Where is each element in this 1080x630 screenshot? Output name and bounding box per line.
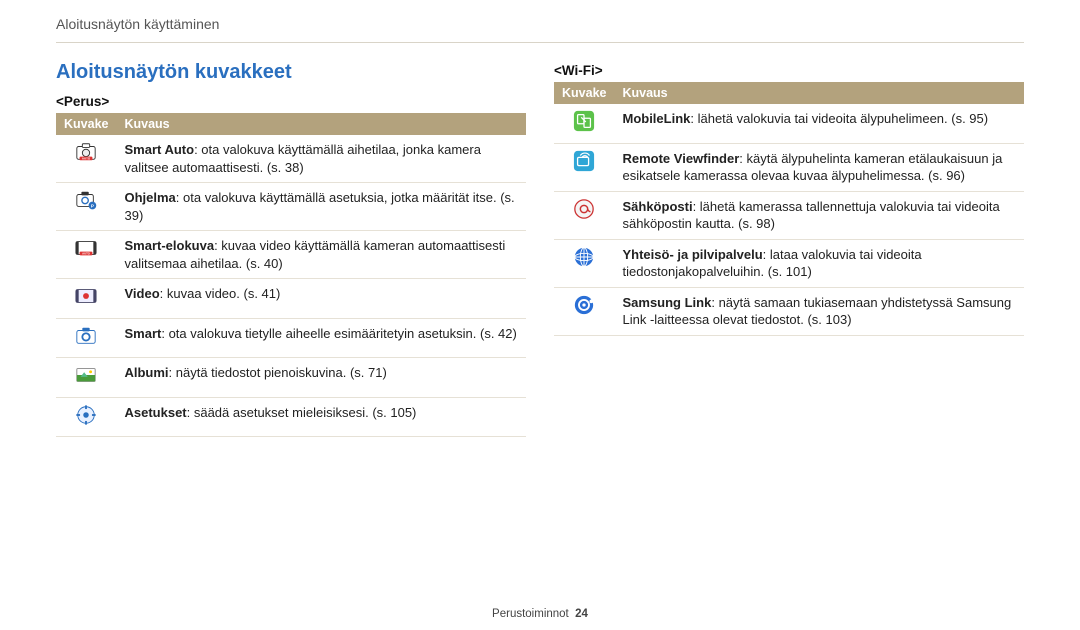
smart-icon — [75, 325, 97, 347]
breadcrumb: Aloitusnäytön käyttäminen — [56, 16, 1024, 32]
video-icon — [75, 285, 97, 307]
term: MobileLink — [622, 111, 690, 126]
description-cell: Albumi: näytä tiedostot pienoiskuvina. (… — [116, 358, 526, 398]
remote-viewfinder-icon — [573, 150, 595, 172]
term: Remote Viewfinder — [622, 151, 739, 166]
program-cell: P — [56, 183, 116, 231]
description-cell: Samsung Link: näytä samaan tukiasemaan y… — [614, 287, 1024, 335]
svg-text:AUTO: AUTO — [82, 157, 91, 161]
settings-cell — [56, 397, 116, 437]
description-text: : ota valokuva tietylle aiheelle esimäär… — [161, 326, 517, 341]
viewfinder-cell — [554, 143, 614, 191]
table-perus: Kuvake Kuvaus AUTOSmart Auto: ota valoku… — [56, 113, 526, 437]
table-row: Sähköposti: lähetä kamerassa tallennettu… — [554, 191, 1024, 239]
term: Ohjelma — [124, 190, 175, 205]
settings-icon — [75, 404, 97, 426]
smart-auto-cell: AUTO — [56, 135, 116, 183]
th-desc: Kuvaus — [116, 113, 526, 135]
section-title-perus: <Perus> — [56, 94, 526, 109]
description-text: : ota valokuva käyttämällä asetuksia, jo… — [124, 190, 514, 223]
table-wifi: Kuvake Kuvaus MobileLink: lähetä valokuv… — [554, 82, 1024, 336]
album-icon — [75, 364, 97, 386]
section-title-wifi: <Wi-Fi> — [554, 63, 1024, 78]
footer: Perustoiminnot 24 — [0, 608, 1080, 620]
globe-icon — [573, 246, 595, 268]
left-column: Aloitusnäytön kuvakkeet <Perus> Kuvake K… — [56, 61, 526, 437]
description-cell: Video: kuvaa video. (s. 41) — [116, 279, 526, 319]
table-row: Asetukset: säädä asetukset mieleisiksesi… — [56, 397, 526, 437]
description-text: : kuvaa video. (s. 41) — [160, 286, 281, 301]
th-icon: Kuvake — [56, 113, 116, 135]
term: Smart-elokuva — [124, 238, 214, 253]
smart-auto-icon: AUTO — [75, 141, 97, 163]
description-cell: Ohjelma: ota valokuva käyttämällä asetuk… — [116, 183, 526, 231]
footer-page-number: 24 — [575, 608, 588, 620]
table-row: Smart: ota valokuva tietylle aiheelle es… — [56, 318, 526, 358]
description-cell: Smart: ota valokuva tietylle aiheelle es… — [116, 318, 526, 358]
footer-section: Perustoiminnot — [492, 608, 569, 620]
table-row: MobileLink: lähetä valokuvia tai videoit… — [554, 104, 1024, 143]
smart-movie-cell: AUTO — [56, 231, 116, 279]
table-row: AUTO Smart Auto: ota valokuva käyttämällä… — [56, 135, 526, 183]
description-text: : säädä asetukset mieleisiksesi. (s. 105… — [187, 405, 417, 420]
term: Video — [124, 286, 159, 301]
cloud-cell — [554, 239, 614, 287]
description-cell: MobileLink: lähetä valokuvia tai videoit… — [614, 104, 1024, 143]
description-text: : näytä tiedostot pienoiskuvina. (s. 71) — [169, 365, 387, 380]
term: Asetukset — [124, 405, 186, 420]
program-icon: P — [75, 189, 97, 211]
description-cell: Asetukset: säädä asetukset mieleisiksesi… — [116, 397, 526, 437]
smart-cell — [56, 318, 116, 358]
samsung-link-icon — [573, 294, 595, 316]
term: Albumi — [124, 365, 168, 380]
page-title: Aloitusnäytön kuvakkeet — [56, 61, 526, 84]
table-row: AUTO Smart-elokuva: kuvaa video käyttämäl… — [56, 231, 526, 279]
th-icon: Kuvake — [554, 82, 614, 104]
description-cell: Yhteisö- ja pilvipalvelu: lataa valokuvi… — [614, 239, 1024, 287]
th-desc: Kuvaus — [614, 82, 1024, 104]
mobilelink-cell — [554, 104, 614, 143]
album-cell — [56, 358, 116, 398]
description-cell: Smart Auto: ota valokuva käyttämällä aih… — [116, 135, 526, 183]
table-row: Remote Viewfinder: käytä älypuhelinta ka… — [554, 143, 1024, 191]
table-row: Yhteisö- ja pilvipalvelu: lataa valokuvi… — [554, 239, 1024, 287]
table-row: Samsung Link: näytä samaan tukiasemaan y… — [554, 287, 1024, 335]
smart-movie-icon: AUTO — [75, 237, 97, 259]
two-column-layout: Aloitusnäytön kuvakkeet <Perus> Kuvake K… — [56, 61, 1024, 437]
description-cell: Remote Viewfinder: käytä älypuhelinta ka… — [614, 143, 1024, 191]
manual-page: Aloitusnäytön käyttäminen Aloitusnäytön … — [0, 0, 1080, 630]
table-row: Albumi: näytä tiedostot pienoiskuvina. (… — [56, 358, 526, 398]
right-column: <Wi-Fi> Kuvake Kuvaus MobileLink: lähetä… — [554, 61, 1024, 437]
term: Yhteisö- ja pilvipalvelu — [622, 247, 762, 262]
term: Samsung Link — [622, 295, 711, 310]
description-text: : lähetä valokuvia tai videoita älypuhel… — [690, 111, 988, 126]
term: Smart Auto — [124, 142, 194, 157]
svg-text:P: P — [91, 203, 94, 208]
samsung-link-cell — [554, 287, 614, 335]
divider — [56, 42, 1024, 43]
table-row: P Ohjelma: ota valokuva käyttämällä asetu… — [56, 183, 526, 231]
term: Smart — [124, 326, 161, 341]
mobilelink-icon — [573, 110, 595, 132]
description-cell: Smart-elokuva: kuvaa video käyttämällä k… — [116, 231, 526, 279]
email-icon — [573, 198, 595, 220]
email-cell — [554, 191, 614, 239]
table-row: Video: kuvaa video. (s. 41) — [56, 279, 526, 319]
description-cell: Sähköposti: lähetä kamerassa tallennettu… — [614, 191, 1024, 239]
video-cell — [56, 279, 116, 319]
term: Sähköposti — [622, 199, 692, 214]
svg-text:AUTO: AUTO — [82, 252, 91, 256]
